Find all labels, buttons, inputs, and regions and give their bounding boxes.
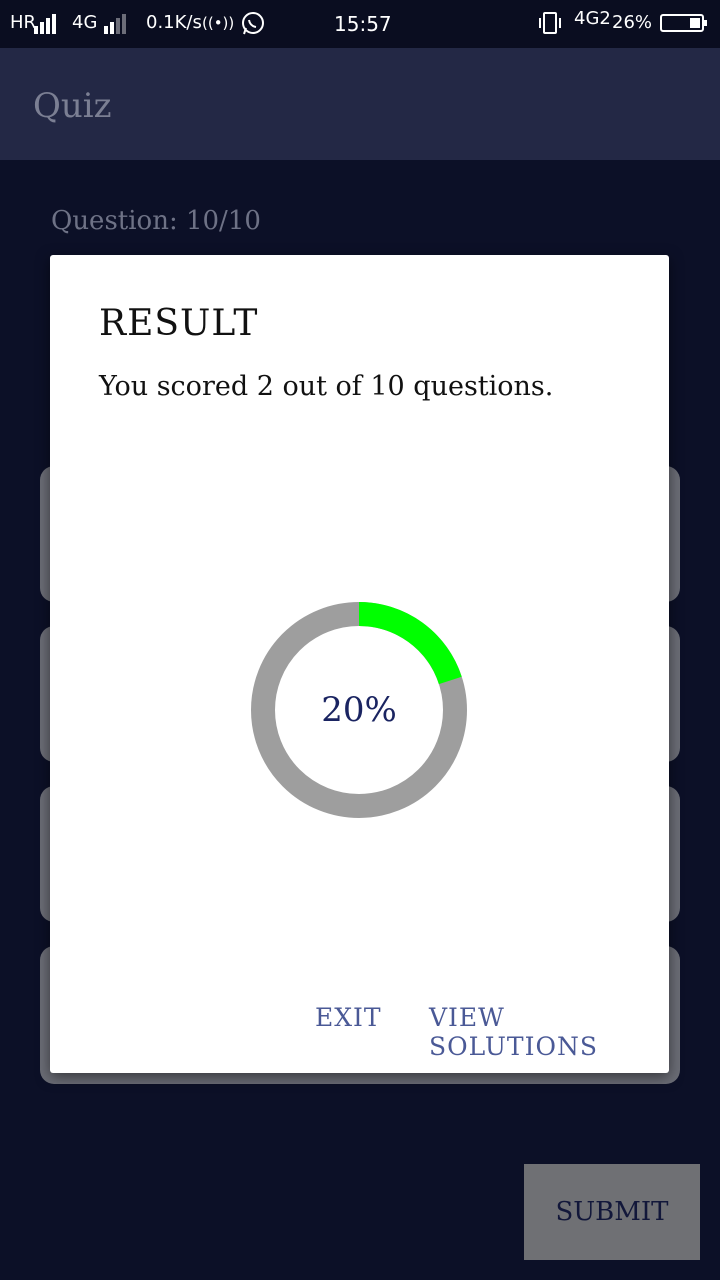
app-bar: Quiz — [0, 48, 720, 160]
signal-strength-2-icon — [104, 14, 128, 34]
exit-button[interactable]: EXIT — [315, 1003, 382, 1032]
result-dialog: RESULT You scored 2 out of 10 questions.… — [50, 255, 669, 1073]
whatsapp-icon — [240, 10, 266, 41]
view-solutions-button[interactable]: VIEW SOLUTIONS — [429, 1003, 669, 1061]
app-title: Quiz — [33, 86, 112, 126]
score-percentage: 20% — [321, 690, 397, 730]
network-speed: 0.1K/s — [146, 12, 202, 33]
network-4g-label: 4G — [72, 12, 98, 33]
submit-button[interactable]: SUBMIT — [524, 1164, 700, 1260]
question-counter: Question: 10/10 — [51, 206, 261, 236]
signal-strength-icon — [34, 14, 58, 34]
dialog-title: RESULT — [99, 303, 259, 344]
network-type-label: HR — [10, 12, 37, 33]
hotspot-icon: ((•)) — [202, 14, 235, 32]
score-message: You scored 2 out of 10 questions. — [99, 371, 554, 402]
vibrate-icon — [536, 10, 564, 41]
clock: 15:57 — [334, 12, 392, 36]
battery-percent: 26% — [612, 12, 653, 33]
network-4g2-label: 4G2 — [574, 8, 611, 29]
status-bar: HR 4G 0.1K/s ((•)) 15:57 4G2 26% — [0, 0, 720, 48]
battery-icon — [660, 14, 707, 32]
